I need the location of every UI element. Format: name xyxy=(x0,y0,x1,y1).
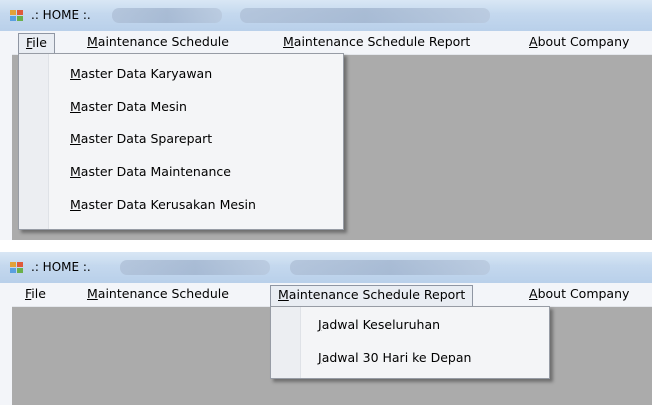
menu-bar: File Maintenance Schedule Maintenance Sc… xyxy=(0,283,652,307)
menu-maintenance-schedule-report[interactable]: Maintenance Schedule Report xyxy=(276,33,477,51)
menu-maintenance-schedule-report[interactable]: Maintenance Schedule Report xyxy=(270,285,474,306)
menu-file[interactable]: File xyxy=(18,285,53,303)
menu-file[interactable]: File xyxy=(18,33,55,54)
menu-about-company[interactable]: About Company xyxy=(522,33,636,51)
window-title: .: HOME :. xyxy=(31,8,91,22)
home-window-report-menu: .: HOME :. File Maintenance Schedule Mai… xyxy=(0,252,652,405)
menu-about-company[interactable]: About Company xyxy=(522,285,636,303)
menu-maintenance-schedule[interactable]: Maintenance Schedule xyxy=(80,33,236,51)
app-window-icon xyxy=(10,10,24,22)
file-dropdown-menu: Master Data Karyawan Master Data Mesin M… xyxy=(18,53,344,230)
menu-item-master-data-sparepart[interactable]: Master Data Sparepart xyxy=(70,125,212,153)
menu-item-master-data-karyawan[interactable]: Master Data Karyawan xyxy=(70,60,212,88)
report-dropdown-menu: Jadwal Keseluruhan Jadwal 30 Hari ke Dep… xyxy=(270,306,550,379)
menu-item-master-data-kerusakan-mesin[interactable]: Master Data Kerusakan Mesin xyxy=(70,191,256,219)
menu-maintenance-schedule[interactable]: Maintenance Schedule xyxy=(80,285,236,303)
menu-item-jadwal-30-hari[interactable]: Jadwal 30 Hari ke Depan xyxy=(318,344,471,372)
menu-bar: File Maintenance Schedule Maintenance Sc… xyxy=(0,31,652,55)
title-bar: .: HOME :. xyxy=(0,0,652,31)
home-window-file-menu: .: HOME :. File Maintenance Schedule Mai… xyxy=(0,0,652,240)
title-bar: .: HOME :. xyxy=(0,252,652,283)
window-title: .: HOME :. xyxy=(31,260,91,274)
menu-item-jadwal-keseluruhan[interactable]: Jadwal Keseluruhan xyxy=(318,311,440,339)
menu-item-master-data-maintenance[interactable]: Master Data Maintenance xyxy=(70,158,231,186)
menu-item-master-data-mesin[interactable]: Master Data Mesin xyxy=(70,93,187,121)
app-window-icon xyxy=(10,262,24,274)
